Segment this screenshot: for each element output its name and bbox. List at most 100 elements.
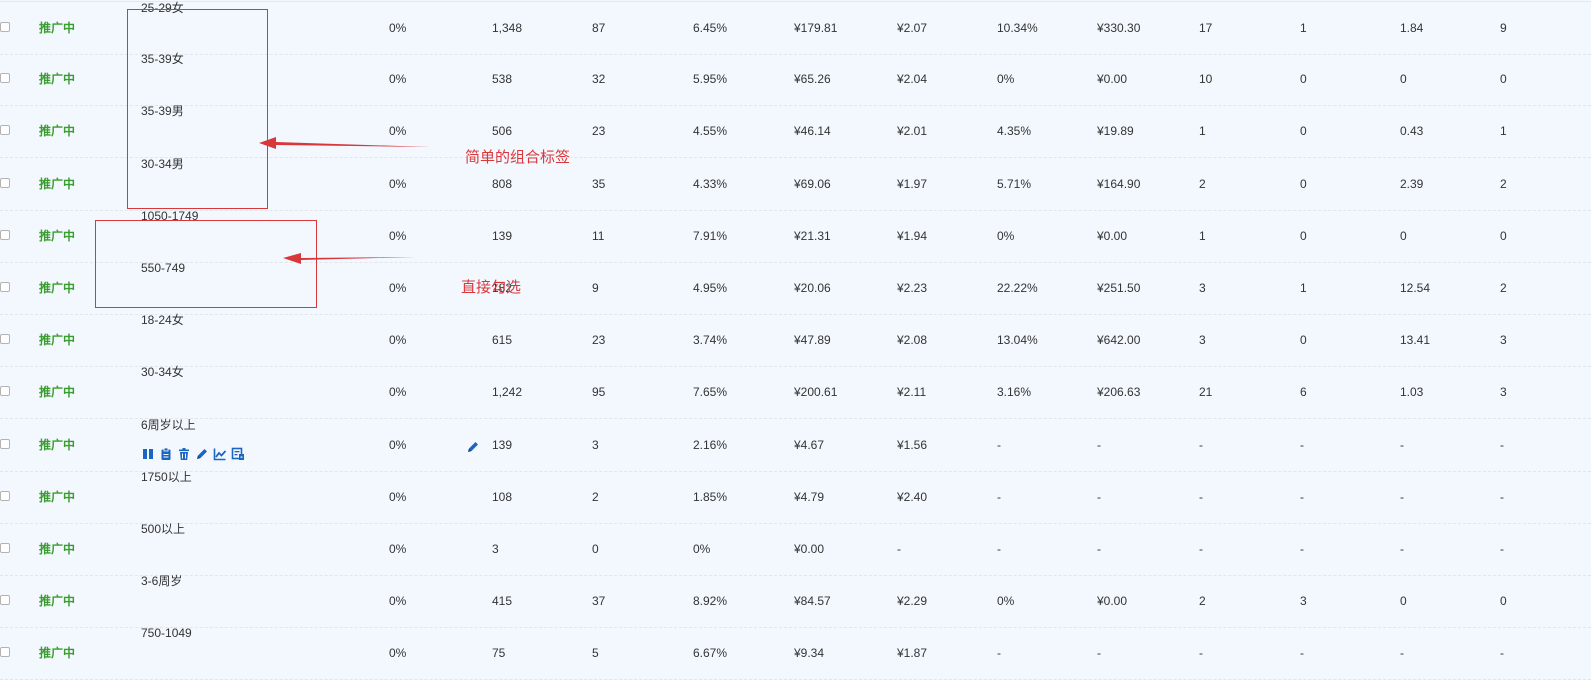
table-row[interactable]: 推广中 18-24女 0% 615 23 3.74% ¥47.89 ¥2.08 13.04% ¥6… <box>0 313 1591 368</box>
table-row[interactable]: 推广中 30-34女 0% 1,242 95 7.65% ¥200.61 ¥2.11 3.16%… <box>0 365 1591 420</box>
favorites-cell: - <box>1199 646 1203 661</box>
table-row[interactable]: 推广中 3-6周岁 0% 415 37 8.92% ¥84.57 ¥2.29 0% ¥0.00 2 3… <box>0 574 1591 629</box>
orders-cell: - <box>1300 489 1304 504</box>
table-row[interactable]: 推广中 750-1049 0% 75 5 6.67% ¥9.34 ¥1.87 - - - - - - <box>0 626 1591 680</box>
table-row[interactable]: 推广中 1750以上 0% 108 2 1.85% ¥4.79 ¥2.40 - - - - - - <box>0 470 1591 524</box>
status-badge: 推广中 <box>39 72 76 87</box>
row-checkbox[interactable] <box>0 386 10 397</box>
carts-cell: 1 <box>1500 124 1507 139</box>
conv-rate-cell: 13.04% <box>997 333 1038 348</box>
annotation-box-direct-check <box>95 220 317 308</box>
status-badge: 推广中 <box>39 489 76 504</box>
carts-cell: - <box>1500 646 1504 661</box>
revenue-cell: ¥19.89 <box>1097 124 1134 139</box>
roi-cell: 1.84 <box>1400 21 1424 35</box>
row-checkbox[interactable] <box>0 177 10 188</box>
bid-ratio-cell: 0% <box>389 489 407 504</box>
favorites-cell: - <box>1199 437 1203 452</box>
cost-cell: ¥200.61 <box>794 385 838 400</box>
table-row[interactable]: 推广中 500以上 0% 3 0 0% ¥0.00 - - - - - - - <box>0 522 1591 576</box>
crowd-tag-name[interactable]: 30-34女 <box>141 365 184 379</box>
status-badge: 推广中 <box>39 21 76 35</box>
conv-rate-cell: 4.35% <box>997 124 1032 139</box>
cpc-cell: ¥2.01 <box>897 124 928 139</box>
row-action-icons <box>141 447 245 461</box>
conv-rate-cell: - <box>997 437 1001 452</box>
clipboard-icon[interactable] <box>159 447 173 461</box>
roi-cell: 0.43 <box>1400 124 1424 139</box>
row-checkbox[interactable] <box>0 438 10 449</box>
clicks-cell: 2 <box>592 489 599 504</box>
crowd-tag-name[interactable]: 500以上 <box>141 522 185 536</box>
clicks-cell: 0 <box>592 542 599 556</box>
ctr-cell: 7.65% <box>693 385 728 400</box>
status-badge: 推广中 <box>39 228 76 243</box>
conv-rate-cell: 0% <box>997 594 1015 609</box>
clicks-cell: 23 <box>592 124 606 139</box>
impressions-cell: 538 <box>492 72 513 87</box>
impressions-cell: 139 <box>492 437 513 452</box>
cost-cell: ¥84.57 <box>794 594 831 609</box>
edit-bid-icon[interactable] <box>466 440 480 454</box>
report-icon[interactable] <box>231 447 245 461</box>
clicks-cell: 32 <box>592 72 606 87</box>
cpc-cell: ¥2.04 <box>897 72 928 87</box>
cpc-cell: ¥2.11 <box>897 385 927 400</box>
status-badge: 推广中 <box>39 333 76 348</box>
carts-cell: 3 <box>1500 385 1507 400</box>
ctr-cell: 6.45% <box>693 21 728 35</box>
edit-icon[interactable] <box>195 447 209 461</box>
carts-cell: - <box>1500 542 1504 556</box>
row-checkbox[interactable] <box>0 543 10 553</box>
status-badge: 推广中 <box>39 124 76 139</box>
row-checkbox[interactable] <box>0 490 10 501</box>
bid-ratio-cell: 0% <box>389 437 407 452</box>
favorites-cell: - <box>1199 489 1203 504</box>
row-checkbox[interactable] <box>0 595 10 606</box>
row-checkbox[interactable] <box>0 22 10 32</box>
revenue-cell: ¥642.00 <box>1097 333 1141 348</box>
revenue-cell: - <box>1097 542 1101 556</box>
row-checkbox[interactable] <box>0 282 10 292</box>
row-checkbox[interactable] <box>0 229 10 240</box>
row-checkbox[interactable] <box>0 334 10 345</box>
orders-cell: - <box>1300 437 1304 452</box>
status-badge: 推广中 <box>39 385 76 400</box>
revenue-cell: ¥0.00 <box>1097 594 1128 609</box>
bid-ratio-cell: 0% <box>389 646 407 661</box>
row-checkbox[interactable] <box>0 647 10 658</box>
table-row[interactable]: 推广中 6周岁以上 0% 139 3 2.16% ¥4.67 ¥1.56 - - - - - - <box>0 418 1591 472</box>
revenue-cell: - <box>1097 437 1101 452</box>
cpc-cell: ¥2.29 <box>897 594 928 609</box>
crowd-tag-name[interactable]: 750-1049 <box>141 626 192 640</box>
pause-icon[interactable] <box>141 447 155 461</box>
row-checkbox[interactable] <box>0 73 10 84</box>
ctr-cell: 4.55% <box>693 124 728 139</box>
favorites-cell: 17 <box>1199 21 1213 35</box>
crowd-tag-name[interactable]: 3-6周岁 <box>141 574 182 588</box>
ctr-cell: 6.67% <box>693 646 728 661</box>
bid-ratio-cell: 0% <box>389 594 407 609</box>
revenue-cell: - <box>1097 646 1101 661</box>
cost-cell: ¥65.26 <box>794 72 831 87</box>
trash-icon[interactable] <box>177 447 191 461</box>
clicks-cell: 9 <box>592 281 599 295</box>
trend-chart-icon[interactable] <box>213 447 227 461</box>
orders-cell: 0 <box>1300 228 1307 243</box>
carts-cell: 2 <box>1500 281 1507 295</box>
conv-rate-cell: - <box>997 489 1001 504</box>
conv-rate-cell: 22.22% <box>997 281 1038 295</box>
status-badge: 推广中 <box>39 281 76 295</box>
cpc-cell: ¥2.23 <box>897 281 928 295</box>
crowd-tag-name[interactable]: 18-24女 <box>141 313 184 327</box>
roi-cell: - <box>1400 542 1404 556</box>
carts-cell: 3 <box>1500 333 1507 348</box>
crowd-tag-name[interactable]: 6周岁以上 <box>141 418 196 432</box>
status-badge: 推广中 <box>39 594 76 609</box>
clicks-cell: 35 <box>592 176 606 191</box>
crowd-tag-name[interactable]: 1750以上 <box>141 470 192 484</box>
ctr-cell: 0% <box>693 542 711 556</box>
row-checkbox[interactable] <box>0 125 10 136</box>
cost-cell: ¥46.14 <box>794 124 831 139</box>
roi-cell: 0 <box>1400 72 1407 87</box>
